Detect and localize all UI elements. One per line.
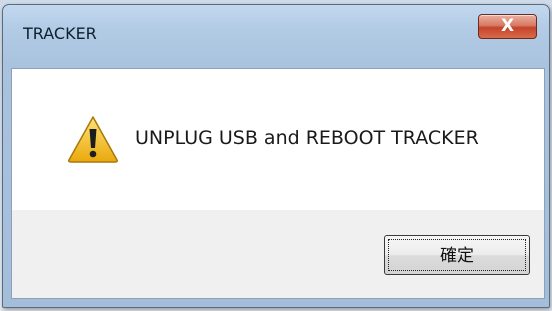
close-button[interactable]: X bbox=[478, 14, 537, 39]
message-dialog: TRACKER X UNPLUG USB and REBOOT TRACKER … bbox=[2, 4, 550, 308]
ok-button[interactable]: 確定 bbox=[384, 235, 530, 275]
warning-icon bbox=[68, 116, 118, 163]
ok-button-label: 確定 bbox=[388, 239, 526, 271]
dialog-title: TRACKER bbox=[23, 24, 97, 43]
dialog-message: UNPLUG USB and REBOOT TRACKER bbox=[135, 127, 479, 149]
dialog-content: UNPLUG USB and REBOOT TRACKER bbox=[11, 68, 545, 211]
dialog-footer: 確定 bbox=[11, 210, 545, 299]
